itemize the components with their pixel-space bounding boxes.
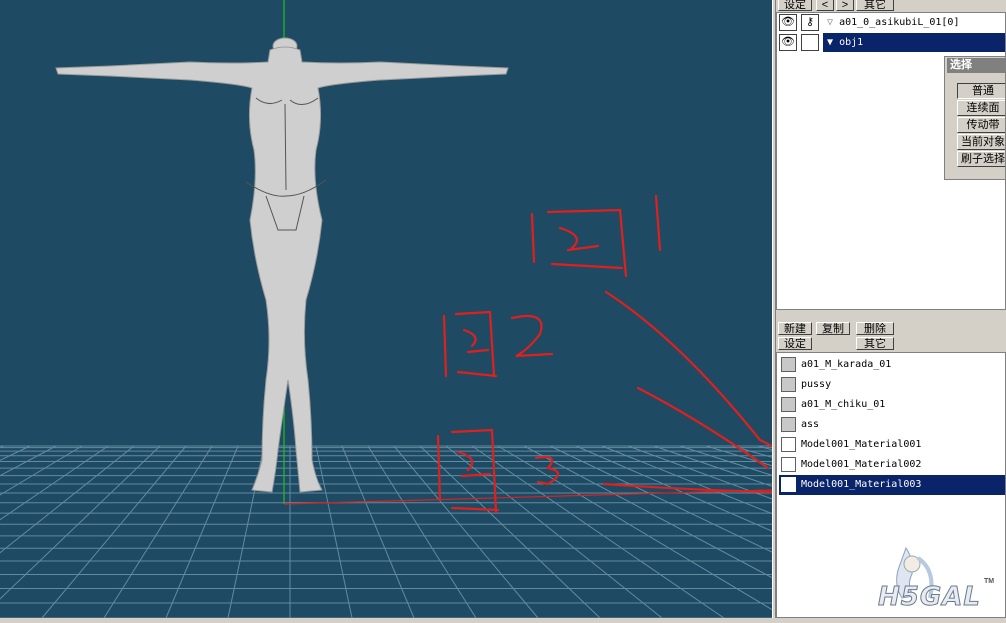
lock-toggle[interactable] xyxy=(801,34,819,51)
list-item[interactable]: ass xyxy=(779,415,1005,435)
grid-line xyxy=(627,445,772,500)
grid-line xyxy=(41,445,187,618)
material-swatch xyxy=(781,397,796,412)
ground-grid xyxy=(0,445,772,618)
object-prev-button[interactable]: < xyxy=(816,0,834,11)
viewport-canvas xyxy=(0,0,772,618)
select-normal-button[interactable]: 普通 xyxy=(957,83,1005,99)
material-copy-button[interactable]: 复制 xyxy=(816,322,850,335)
select-belt-button[interactable]: 传动带 xyxy=(957,117,1005,133)
3d-viewport[interactable] xyxy=(0,0,772,618)
eye-icon[interactable]: 👁 xyxy=(779,34,797,51)
grid-line xyxy=(523,445,772,579)
object-row[interactable]: 👁 ▼ obj1 xyxy=(777,33,1005,53)
material-settings-button[interactable]: 设定 xyxy=(778,337,812,350)
handwritten-annotations xyxy=(436,194,772,514)
material-delete-button[interactable]: 删除 xyxy=(856,322,894,335)
material-swatch xyxy=(781,357,796,372)
object-other-button[interactable]: 其它 xyxy=(856,0,894,11)
list-item-selected[interactable]: Model001_Material003 xyxy=(779,475,1005,495)
grid-line xyxy=(0,445,161,600)
watermark-tm: TM xyxy=(984,578,995,585)
eye-icon[interactable]: 👁 xyxy=(779,14,797,31)
object-name-selected: ▼ obj1 xyxy=(823,33,1005,52)
character-model xyxy=(55,37,509,493)
list-item[interactable]: a01_M_chiku_01 xyxy=(779,395,1005,415)
material-swatch xyxy=(781,377,796,392)
list-item[interactable]: Model001_Material001 xyxy=(779,435,1005,455)
grid-line xyxy=(103,445,213,618)
grid-line xyxy=(0,445,57,477)
grid-line xyxy=(731,445,772,458)
arrow-to-material001 xyxy=(604,290,772,448)
grid-line xyxy=(341,445,415,618)
object-settings-button[interactable]: 设定 xyxy=(778,0,812,11)
list-item[interactable]: Model001_Material002 xyxy=(779,455,1005,475)
select-current-object-button[interactable]: 当前对象 xyxy=(957,134,1005,150)
lock-icon[interactable]: ⚷ xyxy=(801,14,819,31)
annotation-fig2-digit xyxy=(510,314,554,358)
annotation-fig1-digit xyxy=(654,194,662,252)
grid-line xyxy=(367,445,477,618)
site-watermark: H5GAL TM xyxy=(876,540,1006,618)
material-new-button[interactable]: 新建 xyxy=(778,322,812,335)
material-swatch xyxy=(781,457,796,472)
grid-line xyxy=(445,445,663,618)
x-axis xyxy=(283,489,772,505)
object-row[interactable]: 👁 ⚷ ▽ a01_0_asikubiL_01[0] xyxy=(777,13,1005,33)
object-name: ▽ a01_0_asikubiL_01[0] xyxy=(827,17,960,28)
material-other-button[interactable]: 其它 xyxy=(856,337,894,350)
material-swatch xyxy=(781,417,796,432)
arrow-to-material003 xyxy=(602,482,772,494)
grid-line xyxy=(0,445,5,449)
grid-line xyxy=(653,445,772,487)
grid-line xyxy=(393,445,539,618)
grid-line xyxy=(549,445,772,553)
select-panel-title: 选择 xyxy=(947,58,1005,73)
select-brush-button[interactable]: 刷子选择 xyxy=(957,151,1005,167)
grid-line xyxy=(165,445,239,618)
list-item[interactable]: a01_M_karada_01 xyxy=(779,355,1005,375)
material-swatch xyxy=(781,437,796,452)
grid-line xyxy=(315,445,353,618)
select-mode-panel: 选择 普通 连续面 传动带 当前对象 刷子选择 xyxy=(944,56,1006,180)
grid-line xyxy=(679,445,772,476)
annotation-fig1 xyxy=(530,208,628,278)
annotation-fig2 xyxy=(442,310,498,378)
material-swatch xyxy=(781,477,796,492)
watermark-logo-text: H5GAL xyxy=(878,582,981,613)
list-item[interactable]: pussy xyxy=(779,375,1005,395)
grid-line xyxy=(0,445,109,521)
object-next-button[interactable]: > xyxy=(836,0,854,11)
select-continuous-face-button[interactable]: 连续面 xyxy=(957,100,1005,116)
